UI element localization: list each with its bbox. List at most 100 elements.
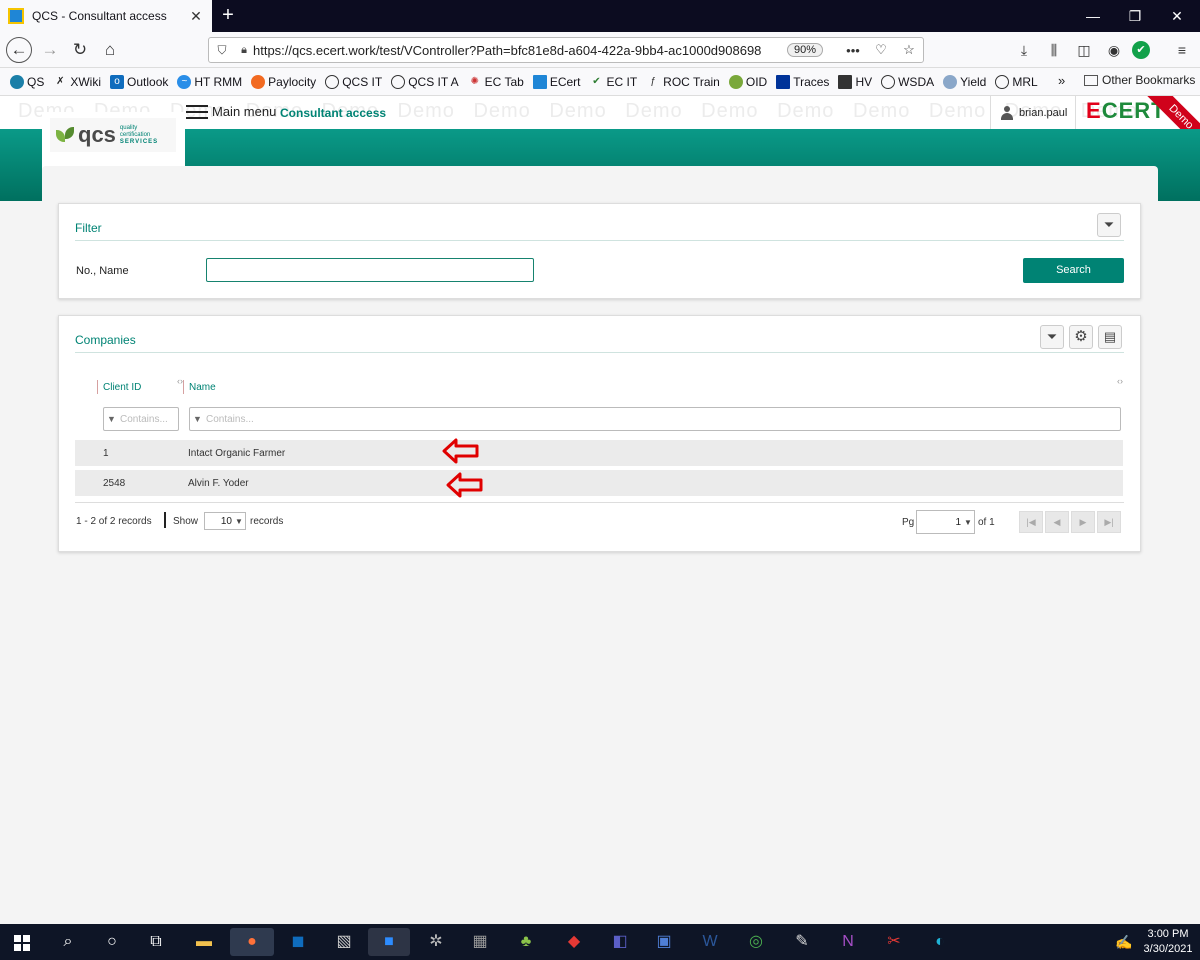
- task-view-icon[interactable]: ⧉: [142, 928, 170, 956]
- teams-icon[interactable]: ◧: [606, 928, 634, 956]
- extension-check-icon[interactable]: ✔: [1132, 41, 1150, 59]
- column-header-name[interactable]: Name: [189, 382, 216, 393]
- bookmark-ec-tab[interactable]: ✺ EC Tab: [468, 75, 523, 89]
- main-menu-button[interactable]: Main menu: [186, 104, 276, 119]
- page-total: of 1: [978, 517, 995, 528]
- word-icon[interactable]: W: [696, 928, 724, 956]
- calculator-icon[interactable]: ▦: [466, 928, 494, 956]
- forward-button[interactable]: →: [36, 36, 64, 64]
- page-actions-icon[interactable]: •••: [839, 43, 867, 58]
- pocket-icon[interactable]: ♡: [867, 42, 895, 58]
- window-close-button[interactable]: ✕: [1154, 0, 1200, 32]
- user-menu[interactable]: brian.paul: [990, 96, 1076, 129]
- globe-icon: [995, 74, 1010, 89]
- column-header-client-id[interactable]: Client ID: [103, 382, 141, 393]
- close-tab-icon[interactable]: ✕: [186, 8, 206, 25]
- paint-icon[interactable]: ✎: [788, 928, 816, 956]
- library-icon[interactable]: ⫼: [1042, 38, 1066, 62]
- ec-tab-icon: ✺: [470, 75, 479, 87]
- search-input[interactable]: [206, 258, 534, 282]
- firefox-icon[interactable]: ●: [230, 928, 274, 956]
- reload-button[interactable]: ↻: [66, 36, 94, 64]
- lock-icon[interactable]: 🔒︎: [235, 44, 253, 57]
- taskbar-clock[interactable]: 3:00 PM 3/30/2021: [1140, 927, 1196, 957]
- prev-page-button[interactable]: ◀: [1045, 511, 1069, 533]
- clear-filter-icon[interactable]: ⏷: [1040, 325, 1064, 349]
- bookmark-ec-it[interactable]: ✔ EC IT: [590, 75, 637, 89]
- name-filter[interactable]: ▼ Contains...: [189, 407, 1121, 431]
- sidebar-icon[interactable]: ◫: [1072, 38, 1096, 62]
- search-button[interactable]: Search: [1023, 258, 1124, 283]
- address-bar[interactable]: ⛉ 🔒︎ https://qcs.ecert.work/test/VContro…: [208, 37, 924, 63]
- bookmark-qcs-it[interactable]: QCS IT: [325, 74, 382, 89]
- client-id-filter[interactable]: ▼ Contains...: [103, 407, 179, 431]
- bookmark-outlook[interactable]: o Outlook: [110, 74, 168, 89]
- bookmark-mrl[interactable]: MRL: [995, 74, 1038, 89]
- companies-title: Companies: [75, 333, 136, 347]
- ec-it-icon: ✔: [592, 75, 601, 87]
- new-tab-button[interactable]: +: [216, 4, 240, 28]
- clear-filter-icon[interactable]: ⏷: [1097, 213, 1121, 237]
- map-pin-icon[interactable]: ♣: [512, 928, 540, 956]
- annotation-arrow-icon: [446, 472, 483, 498]
- pdf-icon[interactable]: ◆: [560, 928, 588, 956]
- bookmark-wsda[interactable]: WSDA: [881, 74, 934, 89]
- tracking-shield-icon[interactable]: ⛉: [209, 43, 235, 58]
- page-size-select[interactable]: 10 ▼: [204, 512, 246, 530]
- bookmark-yield[interactable]: Yield: [943, 74, 986, 89]
- table-row[interactable]: 2548 Alvin F. Yoder: [75, 470, 1123, 496]
- bookmark-qcs-it-a[interactable]: QCS IT A: [391, 74, 459, 89]
- column-resize-handle[interactable]: ‹›: [1117, 376, 1123, 386]
- browser-tab-active[interactable]: QCS - Consultant access ✕: [0, 0, 212, 32]
- last-page-button[interactable]: ▶|: [1097, 511, 1121, 533]
- menu-hamburger-icon[interactable]: ≡: [1170, 38, 1194, 62]
- downloads-icon[interactable]: ⤓: [1012, 38, 1036, 62]
- table-row[interactable]: 1 Intact Organic Farmer: [75, 440, 1123, 466]
- bookmarks-overflow-icon[interactable]: »: [1058, 73, 1065, 88]
- search-icon[interactable]: ⌕: [54, 928, 82, 956]
- back-button[interactable]: ←: [6, 37, 32, 63]
- photos-icon[interactable]: ▧: [330, 928, 358, 956]
- bookmark-paylocity[interactable]: Paylocity: [251, 74, 316, 89]
- bookmark-qs[interactable]: QS: [10, 74, 44, 89]
- export-icon[interactable]: ▤: [1098, 325, 1122, 349]
- zoom-level[interactable]: 90%: [786, 43, 823, 57]
- client-id-cell: 1: [103, 448, 109, 459]
- pg-label: Pg: [902, 517, 915, 528]
- pen-icon[interactable]: ✍: [1110, 928, 1138, 956]
- chrome-icon[interactable]: ◎: [742, 928, 770, 956]
- restore-button[interactable]: ❐: [1112, 0, 1158, 32]
- edge-icon[interactable]: ◐: [926, 928, 954, 956]
- account-icon[interactable]: ◉: [1102, 38, 1126, 62]
- file-explorer-icon[interactable]: ▬: [190, 928, 218, 956]
- bookmarks-toolbar: QS ✗ XWiki o Outlook ~ HT RMM Paylocity QCS…: [0, 68, 1200, 96]
- zoom-icon[interactable]: ■: [368, 928, 410, 956]
- tools-icon[interactable]: ✂: [880, 928, 908, 956]
- qcs-logo-card: qcs quality certification SERVICES: [42, 112, 185, 172]
- filter-panel: Filter ⏷ No., Name Search: [58, 203, 1141, 299]
- onenote-icon[interactable]: N: [834, 928, 862, 956]
- home-icon[interactable]: ⌂: [96, 36, 124, 64]
- first-page-button[interactable]: |◀: [1019, 511, 1043, 533]
- bookmark-roc-train[interactable]: ƒ ROC Train: [646, 75, 719, 89]
- cortana-icon[interactable]: ○: [98, 928, 126, 956]
- minimize-button[interactable]: —: [1070, 0, 1116, 32]
- snipping-tool-icon[interactable]: ✲: [422, 928, 450, 956]
- gear-icon[interactable]: ⚙: [1069, 325, 1093, 349]
- outlook-icon[interactable]: ◼: [284, 928, 312, 956]
- next-page-button[interactable]: ▶: [1071, 511, 1095, 533]
- bookmark-xwiki[interactable]: ✗ XWiki: [53, 75, 101, 89]
- remote-desktop-icon[interactable]: ▣: [650, 928, 678, 956]
- roc-icon: ƒ: [650, 75, 656, 87]
- bookmark-ht-rmm[interactable]: ~ HT RMM: [177, 74, 242, 89]
- bookmark-ecert[interactable]: ECert: [532, 74, 581, 89]
- windows-start-icon[interactable]: [14, 935, 30, 951]
- bookmark-traces[interactable]: Traces: [776, 74, 829, 89]
- bookmark-hv[interactable]: HV: [838, 74, 872, 89]
- url-text[interactable]: https://qcs.ecert.work/test/VController?…: [253, 43, 783, 58]
- main-menu-label: Main menu: [212, 104, 277, 119]
- page-select[interactable]: 1 ▼: [916, 510, 975, 534]
- bookmark-star-icon[interactable]: ☆: [895, 42, 923, 58]
- other-bookmarks-folder[interactable]: Other Bookmarks: [1084, 73, 1195, 87]
- bookmark-oid[interactable]: OID: [728, 74, 767, 89]
